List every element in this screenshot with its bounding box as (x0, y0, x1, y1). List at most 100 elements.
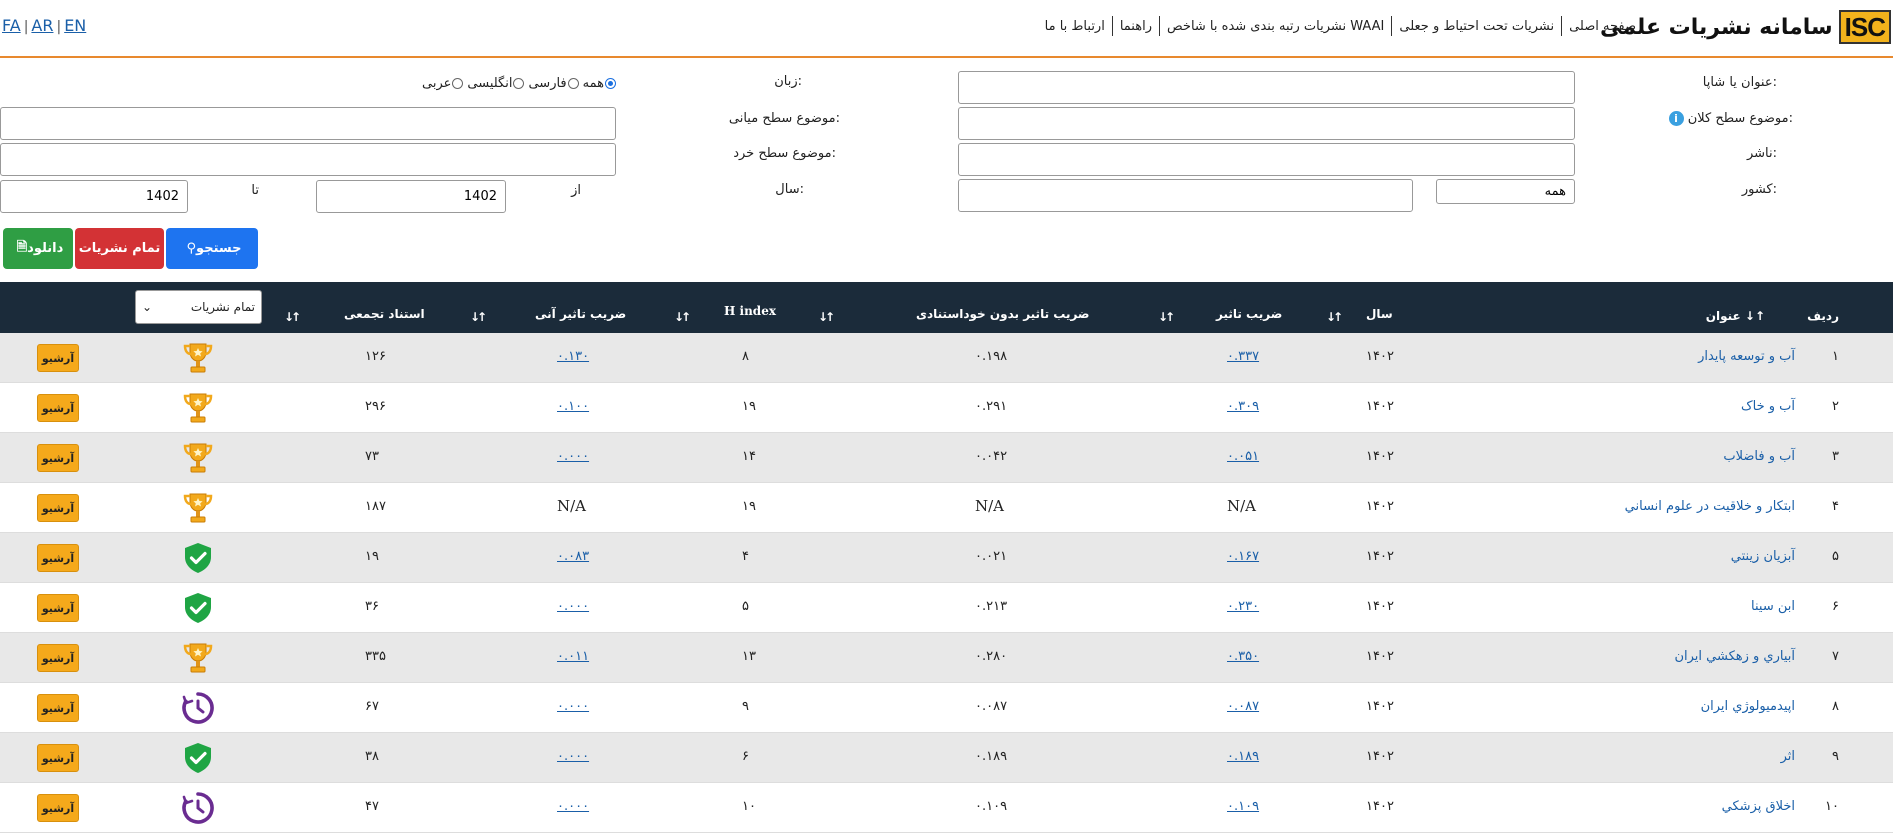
immediacy-index-link[interactable]: ۰.۰۰۰ (557, 799, 589, 814)
journal-title-link[interactable]: آب و توسعه پایدار (1698, 349, 1795, 364)
all-journals-button[interactable]: تمام نشریات (75, 228, 164, 269)
lang-en-link[interactable]: EN (64, 16, 86, 35)
table-row: ۸ اپیدمیولوژي ایران ۱۴۰۲ ۰.۰۸۷ ۰.۰۸۷ ۹ ۰.۰۰۰ ۶۷… (0, 683, 1893, 733)
archive-button[interactable]: آرشیو (37, 644, 79, 672)
info-icon[interactable]: i (1668, 111, 1684, 126)
immediacy-index-link[interactable]: ۰.۱۰۰ (557, 399, 589, 414)
site-brand[interactable]: ISC سامانه نشریات علمی (1600, 10, 1891, 44)
title-issn-input[interactable] (958, 71, 1575, 104)
impact-factor-link[interactable]: ۰.۱۶۷ (1227, 549, 1259, 564)
archive-button[interactable]: آرشیو (37, 694, 79, 722)
impact-factor-link[interactable]: ۰.۲۳۰ (1227, 599, 1259, 614)
col-index: ردیف (1807, 309, 1839, 323)
sort-icon[interactable]: ↓↑ (818, 310, 835, 324)
journal-title-link[interactable]: آبیاري و زهکشي ایران (1674, 649, 1795, 664)
sort-icon[interactable]: ↓↑ (674, 310, 691, 324)
archive-button[interactable]: آرشیو (37, 744, 79, 772)
micro-subject-label: موضوع سطح خرد: (733, 146, 836, 161)
impact-factor-link[interactable]: ۰.۰۵۱ (1227, 449, 1259, 464)
impact-factor-link[interactable]: ۰.۳۵۰ (1227, 649, 1259, 664)
journal-filter-select[interactable]: ⌄ تمام نشریات (135, 290, 262, 324)
radio-selected-icon[interactable] (605, 78, 616, 89)
journal-title-link[interactable]: آب و فاضلاب (1723, 449, 1795, 464)
radio-icon[interactable] (452, 78, 464, 89)
journal-title-link[interactable]: اپیدمیولوژي ایران (1701, 699, 1795, 714)
year-from-input[interactable] (316, 180, 506, 213)
language-radio-arabic[interactable]: عربی (422, 76, 464, 91)
title-issn-label: عنوان یا شاپا: (1702, 75, 1777, 90)
row-index: ۶ (1832, 599, 1839, 614)
language-radio-english[interactable]: انگلیسی (467, 76, 525, 91)
journal-title-link[interactable]: ابتکار و خلاقیت در علوم انساني (1625, 499, 1795, 514)
trophy-icon (181, 391, 215, 425)
hindex-value: ۴ (742, 549, 749, 564)
nav-waai-ranked[interactable]: نشریات رتبه بندی شده با شاخص WAAI (1160, 19, 1391, 34)
immediacy-index-link[interactable]: ۰.۰۸۳ (557, 549, 589, 564)
sort-icon[interactable]: ↓↑ (470, 310, 487, 324)
journal-title-link[interactable]: آبزیان زينتي (1731, 549, 1795, 564)
row-year: ۱۴۰۲ (1366, 399, 1394, 414)
archive-button[interactable]: آرشیو (37, 594, 79, 622)
table-row: ۶ ابن سینا ۱۴۰۲ ۰.۲۳۰ ۰.۲۱۳ ۵ ۰.۰۰۰ ۳۶ آرشیو (0, 583, 1893, 633)
sort-icon[interactable]: ↓↑ (1326, 310, 1343, 324)
main-nav: صفحه اصلی نشریات تحت احتیاط و جعلی نشریا… (1038, 16, 1643, 36)
archive-button[interactable]: آرشیو (37, 444, 79, 472)
hindex-value: ۶ (742, 749, 749, 764)
impact-factor-link[interactable]: ۰.۳۳۷ (1227, 349, 1259, 364)
sort-icon[interactable]: ↓↑ (1745, 309, 1768, 323)
journal-title-link[interactable]: آب و خاک (1741, 399, 1795, 414)
nav-caution-journals[interactable]: نشریات تحت احتیاط و جعلی (1392, 19, 1561, 34)
archive-button[interactable]: آرشیو (37, 394, 79, 422)
impact-factor-link[interactable]: ۰.۱۰۹ (1227, 799, 1259, 814)
macro-subject-input[interactable] (958, 107, 1575, 140)
col-title[interactable]: عنوان ↓↑ (1706, 309, 1768, 323)
language-radio-all[interactable]: همه (583, 76, 616, 91)
radio-icon[interactable] (513, 78, 525, 89)
impact-factor-link[interactable]: N/A (1227, 497, 1256, 515)
language-label: زبان: (774, 74, 802, 89)
archive-button[interactable]: آرشیو (37, 544, 79, 572)
archive-button[interactable]: آرشیو (37, 344, 79, 372)
sort-icon[interactable]: ↓↑ (284, 310, 301, 324)
country-input[interactable] (1436, 179, 1575, 204)
sort-icon[interactable]: ↓↑ (1158, 310, 1175, 324)
nav-home[interactable]: صفحه اصلی (1562, 19, 1643, 34)
impact-factor-link[interactable]: ۰.۰۸۷ (1227, 699, 1259, 714)
search-button[interactable]: ⚲ جستجو (166, 228, 258, 269)
citations-value: ۳۶ (365, 599, 379, 614)
hindex-value: ۸ (742, 349, 749, 364)
col-impact-no-self: ضریب تاثیر بدون خوداستنادی (916, 307, 1090, 321)
row-index: ۱۰ (1825, 799, 1839, 814)
immediacy-index-link[interactable]: ۰.۰۰۰ (557, 449, 589, 464)
immediacy-index-link[interactable]: ۰.۰۱۱ (557, 649, 589, 664)
immediacy-index-link[interactable]: ۰.۰۰۰ (557, 749, 589, 764)
col-citations: استناد تجمعی (344, 307, 425, 321)
micro-subject-input[interactable] (0, 143, 616, 176)
lang-ar-link[interactable]: AR (31, 16, 53, 35)
archive-button[interactable]: آرشیو (37, 794, 79, 822)
country-select-box[interactable] (958, 179, 1413, 212)
journal-title-link[interactable]: اخلاق پزشكي (1722, 799, 1795, 814)
download-button[interactable]: 🗎 دانلود (3, 228, 73, 269)
clock-history-icon (181, 791, 215, 825)
journal-title-link[interactable]: اثر (1781, 749, 1795, 764)
language-radio-persian[interactable]: فارسی (528, 76, 579, 91)
archive-button[interactable]: آرشیو (37, 494, 79, 522)
publisher-input[interactable] (958, 143, 1575, 176)
immediacy-index-link[interactable]: ۰.۰۰۰ (557, 699, 589, 714)
top-header: ISC سامانه نشریات علمی صفحه اصلی نشریات … (0, 0, 1893, 58)
table-header: ردیف عنوان ↓↑ سال ↓↑ ضریب تاثیر ↓↑ ضریب … (0, 282, 1893, 333)
immediacy-index-link[interactable]: N/A (557, 497, 586, 515)
radio-icon[interactable] (567, 78, 579, 89)
impact-factor-link[interactable]: ۰.۱۸۹ (1227, 749, 1259, 764)
impact-factor-link[interactable]: ۰.۳۰۹ (1227, 399, 1259, 414)
immediacy-index-link[interactable]: ۰.۰۰۰ (557, 599, 589, 614)
journal-title-link[interactable]: ابن سینا (1751, 599, 1795, 614)
year-to-input[interactable] (0, 180, 188, 213)
immediacy-index-link[interactable]: ۰.۱۳۰ (557, 349, 589, 364)
lang-fa-link[interactable]: FA (2, 16, 21, 35)
mid-subject-input[interactable] (0, 107, 616, 140)
nav-contact[interactable]: ارتباط با ما (1038, 19, 1112, 34)
nav-guide[interactable]: راهنما (1113, 19, 1159, 34)
isc-logo[interactable]: ISC (1838, 10, 1891, 44)
